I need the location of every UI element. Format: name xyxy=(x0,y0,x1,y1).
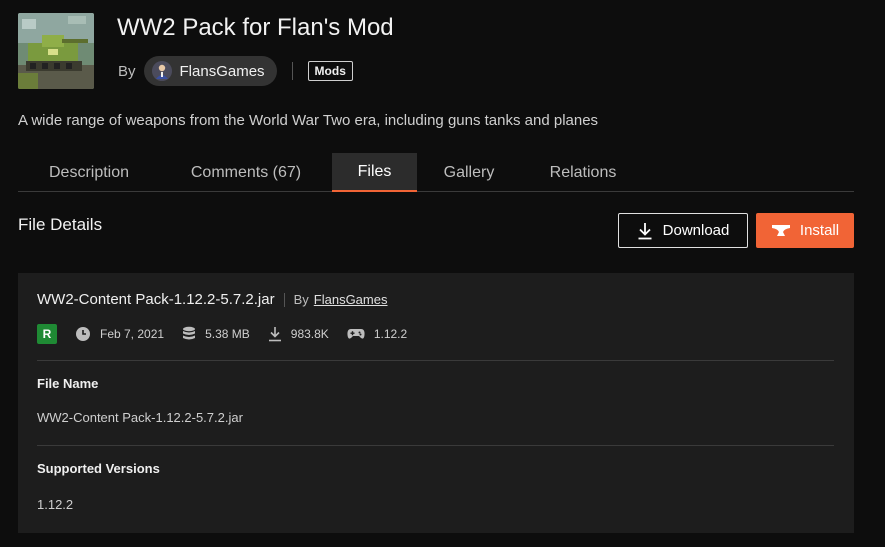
tab-files[interactable]: Files xyxy=(332,153,417,192)
download-count-icon xyxy=(268,327,281,342)
file-name-label: File Name xyxy=(37,376,99,391)
file-game-version: 1.12.2 xyxy=(347,327,407,341)
gamepad-icon xyxy=(347,329,365,339)
clock-icon xyxy=(76,327,90,341)
by-label: By xyxy=(118,62,136,80)
install-button[interactable]: Install xyxy=(756,213,854,248)
release-type-badge: R xyxy=(37,324,57,344)
project-thumbnail xyxy=(18,13,94,89)
project-title: WW2 Pack for Flan's Mod xyxy=(117,14,394,41)
author-chip[interactable]: FlansGames xyxy=(143,56,277,86)
file-title-divider xyxy=(283,292,285,307)
file-meta-row: R Feb 7, 2021 5.38 MB 983.8K 1.12.2 xyxy=(37,323,425,345)
file-title-row: WW2-Content Pack-1.12.2-5.7.2.jar By Fla… xyxy=(37,291,387,308)
file-card: WW2-Content Pack-1.12.2-5.7.2.jar By Fla… xyxy=(18,273,854,533)
project-summary: A wide range of weapons from the World W… xyxy=(18,112,599,129)
file-date: Feb 7, 2021 xyxy=(75,326,164,342)
author-avatar xyxy=(151,61,172,81)
project-tabs: Description Comments (67) Files Gallery … xyxy=(18,153,854,192)
category-badge[interactable]: Mods xyxy=(307,61,353,81)
supported-versions-label: Supported Versions xyxy=(37,461,160,476)
tab-description[interactable]: Description xyxy=(18,153,160,192)
install-label: Install xyxy=(799,222,840,239)
file-name-value: WW2-Content Pack-1.12.2-5.7.2.jar xyxy=(37,410,243,425)
section-divider xyxy=(37,360,834,361)
author-name: FlansGames xyxy=(179,62,265,80)
file-details-heading: File Details xyxy=(18,215,103,234)
file-game-version-text: 1.12.2 xyxy=(373,327,408,341)
file-size: 5.38 MB xyxy=(182,326,250,342)
file-size-text: 5.38 MB xyxy=(205,327,250,341)
file-downloads: 983.8K xyxy=(268,326,329,342)
file-downloads-text: 983.8K xyxy=(290,327,329,341)
tab-relations[interactable]: Relations xyxy=(526,153,640,192)
byline-divider xyxy=(291,62,293,80)
tab-comments[interactable]: Comments (67) xyxy=(160,153,332,192)
supported-versions-value: 1.12.2 xyxy=(37,497,74,512)
tab-gallery[interactable]: Gallery xyxy=(420,153,518,192)
download-label: Download xyxy=(662,222,730,239)
download-button[interactable]: Download xyxy=(618,213,748,248)
section-divider xyxy=(37,445,834,446)
file-date-text: Feb 7, 2021 xyxy=(100,327,165,341)
file-by-label: By xyxy=(293,292,309,307)
file-author-link[interactable]: FlansGames xyxy=(314,292,388,307)
project-byline: By FlansGames Mods xyxy=(118,56,353,86)
file-title: WW2-Content Pack-1.12.2-5.7.2.jar xyxy=(37,291,275,308)
download-icon xyxy=(638,222,652,239)
database-icon xyxy=(183,326,196,340)
anvil-icon xyxy=(771,224,790,236)
